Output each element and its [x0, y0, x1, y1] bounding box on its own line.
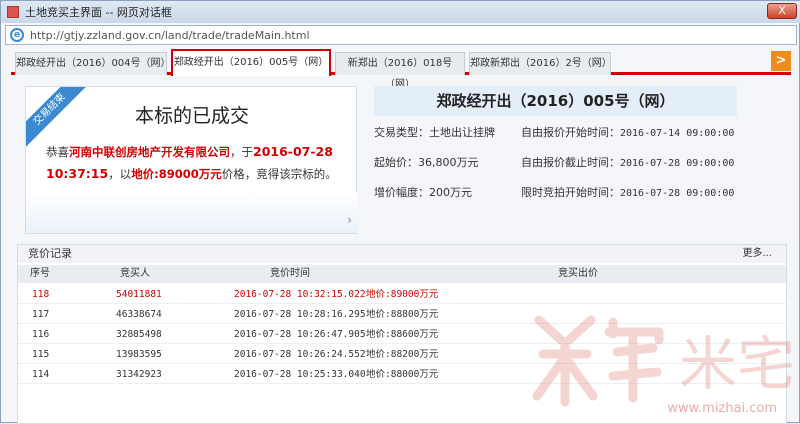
next-tab-button[interactable]: > [771, 51, 791, 71]
cell-no: 115 [32, 349, 50, 360]
cell-no: 114 [32, 369, 50, 380]
info-label: 自由报价开始时间： [521, 126, 620, 139]
address-url: http://gtjy.zzland.gov.cn/land/trade/tra… [30, 28, 310, 42]
cell-time: 2016-07-28 10:26:24.552 [234, 349, 366, 360]
cell-time: 2016-07-28 10:25:33.040 [234, 369, 366, 380]
tab-xinzheng-2[interactable]: 郑政新郑出（2016）2号（网） [469, 52, 612, 75]
tab-004[interactable]: 郑政经开出（2016）004号（网） [15, 52, 171, 75]
info-label: 自由报价截止时间： [521, 156, 620, 169]
bid-table-header: 序号 竞买人 竞价时间 竞买出价 [18, 265, 786, 283]
section-title: 竞价记录 [28, 247, 72, 260]
cell-bidder: 13983595 [116, 349, 162, 360]
result-heading: 本标的已成交 [134, 105, 249, 127]
msg-part: 价格，竞得该宗标的。 [221, 167, 337, 181]
window-title: 土地竞买主界面 -- 网页对话框 [25, 6, 172, 19]
cell-price: 地价:89000万元 [366, 289, 439, 300]
cell-no: 116 [32, 329, 50, 340]
msg-part: 恭喜 [46, 145, 69, 159]
watermark-text: 米宅 [679, 330, 795, 398]
cell-time: 2016-07-28 10:28:16.295 [234, 309, 366, 320]
cell-price: 地价:88600万元 [366, 329, 439, 340]
increment: 增价幅度：200万元 [374, 186, 472, 199]
cell-price: 地价:88000万元 [366, 369, 439, 380]
cell-bidder: 31342923 [116, 369, 162, 380]
tab-strip: 郑政经开出（2016）004号（网） 郑政经开出（2016）005号（网） 新郑… [11, 49, 791, 90]
tab-018[interactable]: 新郑出（2016）018号（网） [335, 52, 465, 90]
cell-time: 2016-07-28 10:26:47.905 [234, 329, 366, 340]
title-bar: 土地竞买主界面 -- 网页对话框 X [1, 1, 800, 23]
deal-price: 地价:89000万元 [131, 167, 222, 181]
cell-time: 2016-07-28 10:32:15.022 [234, 289, 366, 300]
timed-bid-start: 限时竞拍开始时间：2016-07-28 09:00:00 [521, 184, 734, 200]
chevron-right-icon[interactable]: › [347, 213, 352, 227]
close-button[interactable]: X [767, 3, 797, 19]
cell-bidder: 54011881 [116, 289, 162, 300]
start-price: 起始价：36,800万元 [374, 156, 479, 169]
col-no: 序号 [30, 268, 50, 279]
parcel-title: 郑政经开出（2016）005号（网） [374, 86, 737, 116]
col-bidder: 竞买人 [120, 268, 150, 279]
free-bid-end: 自由报价截止时间：2016-07-28 09:00:00 [521, 154, 734, 170]
info-label: 限时竞拍开始时间： [521, 186, 620, 199]
bid-records-title: 竞价记录 [18, 245, 786, 263]
browser-icon: e [10, 28, 24, 42]
msg-part: ，以 [108, 167, 132, 181]
col-time: 竞价时间 [270, 268, 310, 279]
col-price: 竞买出价 [558, 268, 598, 279]
cell-no: 118 [32, 289, 50, 300]
cell-bidder: 32885498 [116, 329, 162, 340]
result-card: 交易结束 本标的已成交 恭喜河南中联创房地产开发有限公司，于2016-07-28… [25, 86, 358, 234]
winner-name: 河南中联创房地产开发有限公司 [69, 145, 230, 159]
cell-no: 117 [32, 309, 50, 320]
dialog-window: 土地竞买主界面 -- 网页对话框 X e http://gtjy.zzland.… [0, 0, 800, 424]
msg-part: ，于 [230, 145, 253, 159]
info-value: 2016-07-14 09:00:00 [620, 128, 735, 139]
trade-type: 交易类型：土地出让挂牌 [374, 126, 495, 139]
cell-bidder: 46338674 [116, 309, 162, 320]
address-bar[interactable]: e http://gtjy.zzland.gov.cn/land/trade/t… [5, 25, 797, 45]
cell-price: 地价:88800万元 [366, 309, 439, 320]
tab-005[interactable]: 郑政经开出（2016）005号（网） [171, 49, 331, 76]
info-value: 2016-07-28 09:00:00 [620, 158, 735, 169]
cell-price: 地价:88200万元 [366, 349, 439, 360]
result-message: 恭喜河南中联创房地产开发有限公司，于2016-07-28 10:37:15，以地… [46, 141, 342, 185]
watermark-logo: 米宅 [532, 315, 795, 407]
watermark-url: www.mizhai.com [667, 401, 777, 416]
info-value: 2016-07-28 09:00:00 [620, 188, 735, 199]
free-bid-start: 自由报价开始时间：2016-07-14 09:00:00 [521, 124, 734, 140]
more-link[interactable]: 更多... [742, 245, 772, 263]
app-icon [7, 6, 19, 18]
skyline-decoration [26, 193, 358, 233]
